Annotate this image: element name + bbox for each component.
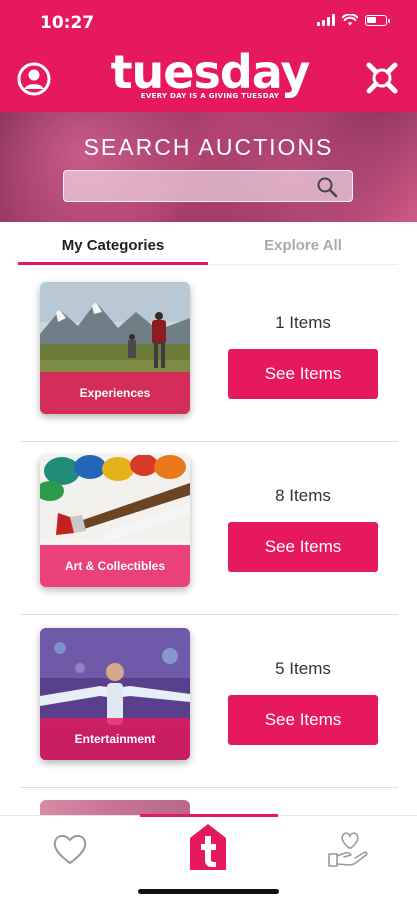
logo-word: tuesday bbox=[110, 45, 311, 99]
item-count: 8 Items bbox=[275, 486, 331, 505]
category-name: Art & Collectibles bbox=[64, 559, 166, 573]
category-row: Art & Collectibles 8 Items See Items bbox=[20, 443, 398, 615]
status-time: 10:27 bbox=[40, 13, 95, 33]
app-header: 10:27 tuesday EVERY DAY IS A GIVING TUES… bbox=[0, 0, 417, 112]
item-count: 5 Items bbox=[275, 659, 331, 678]
tab-explore-all[interactable]: Explore All bbox=[208, 232, 398, 265]
tab-my-categories[interactable]: My Categories bbox=[18, 232, 208, 265]
bid-hands-icon[interactable] bbox=[364, 60, 400, 96]
search-title: SEARCH AUCTIONS bbox=[83, 134, 334, 160]
category-tabs: My Categories Explore All bbox=[18, 232, 398, 265]
category-card-art-collectibles[interactable]: Art & Collectibles bbox=[40, 455, 190, 587]
wifi-icon bbox=[342, 14, 358, 26]
battery-icon bbox=[365, 14, 390, 26]
category-row: Experiences 1 Items See Items bbox=[20, 270, 398, 442]
see-items-button[interactable]: See Items bbox=[228, 349, 378, 399]
search-hero: SEARCH AUCTIONS bbox=[0, 112, 417, 222]
active-tab-indicator bbox=[140, 814, 278, 817]
category-card-entertainment[interactable]: Entertainment bbox=[40, 628, 190, 760]
category-card-experiences[interactable]: Experiences bbox=[40, 282, 190, 414]
status-icons bbox=[317, 14, 390, 26]
see-items-button[interactable]: See Items bbox=[228, 695, 378, 745]
search-icon[interactable] bbox=[316, 176, 338, 198]
giving-hand-icon[interactable] bbox=[327, 830, 369, 868]
status-bar: 10:27 bbox=[0, 0, 417, 44]
category-row: Entertainment 5 Items See Items bbox=[20, 616, 398, 788]
category-name: Entertainment bbox=[74, 732, 156, 746]
item-count: 1 Items bbox=[275, 313, 331, 332]
signal-icon bbox=[317, 14, 335, 26]
tuesday-logo: tuesday EVERY DAY IS A GIVING TUESDAY bbox=[110, 45, 311, 106]
category-name: Experiences bbox=[79, 386, 151, 400]
home-indicator bbox=[138, 889, 279, 894]
search-input[interactable] bbox=[70, 174, 304, 200]
tuesday-home-icon[interactable] bbox=[188, 822, 228, 872]
bottom-nav bbox=[0, 814, 417, 900]
see-items-button[interactable]: See Items bbox=[228, 522, 378, 572]
heart-icon[interactable] bbox=[52, 832, 88, 866]
search-box[interactable] bbox=[63, 170, 353, 202]
user-circle-icon[interactable] bbox=[17, 62, 51, 96]
